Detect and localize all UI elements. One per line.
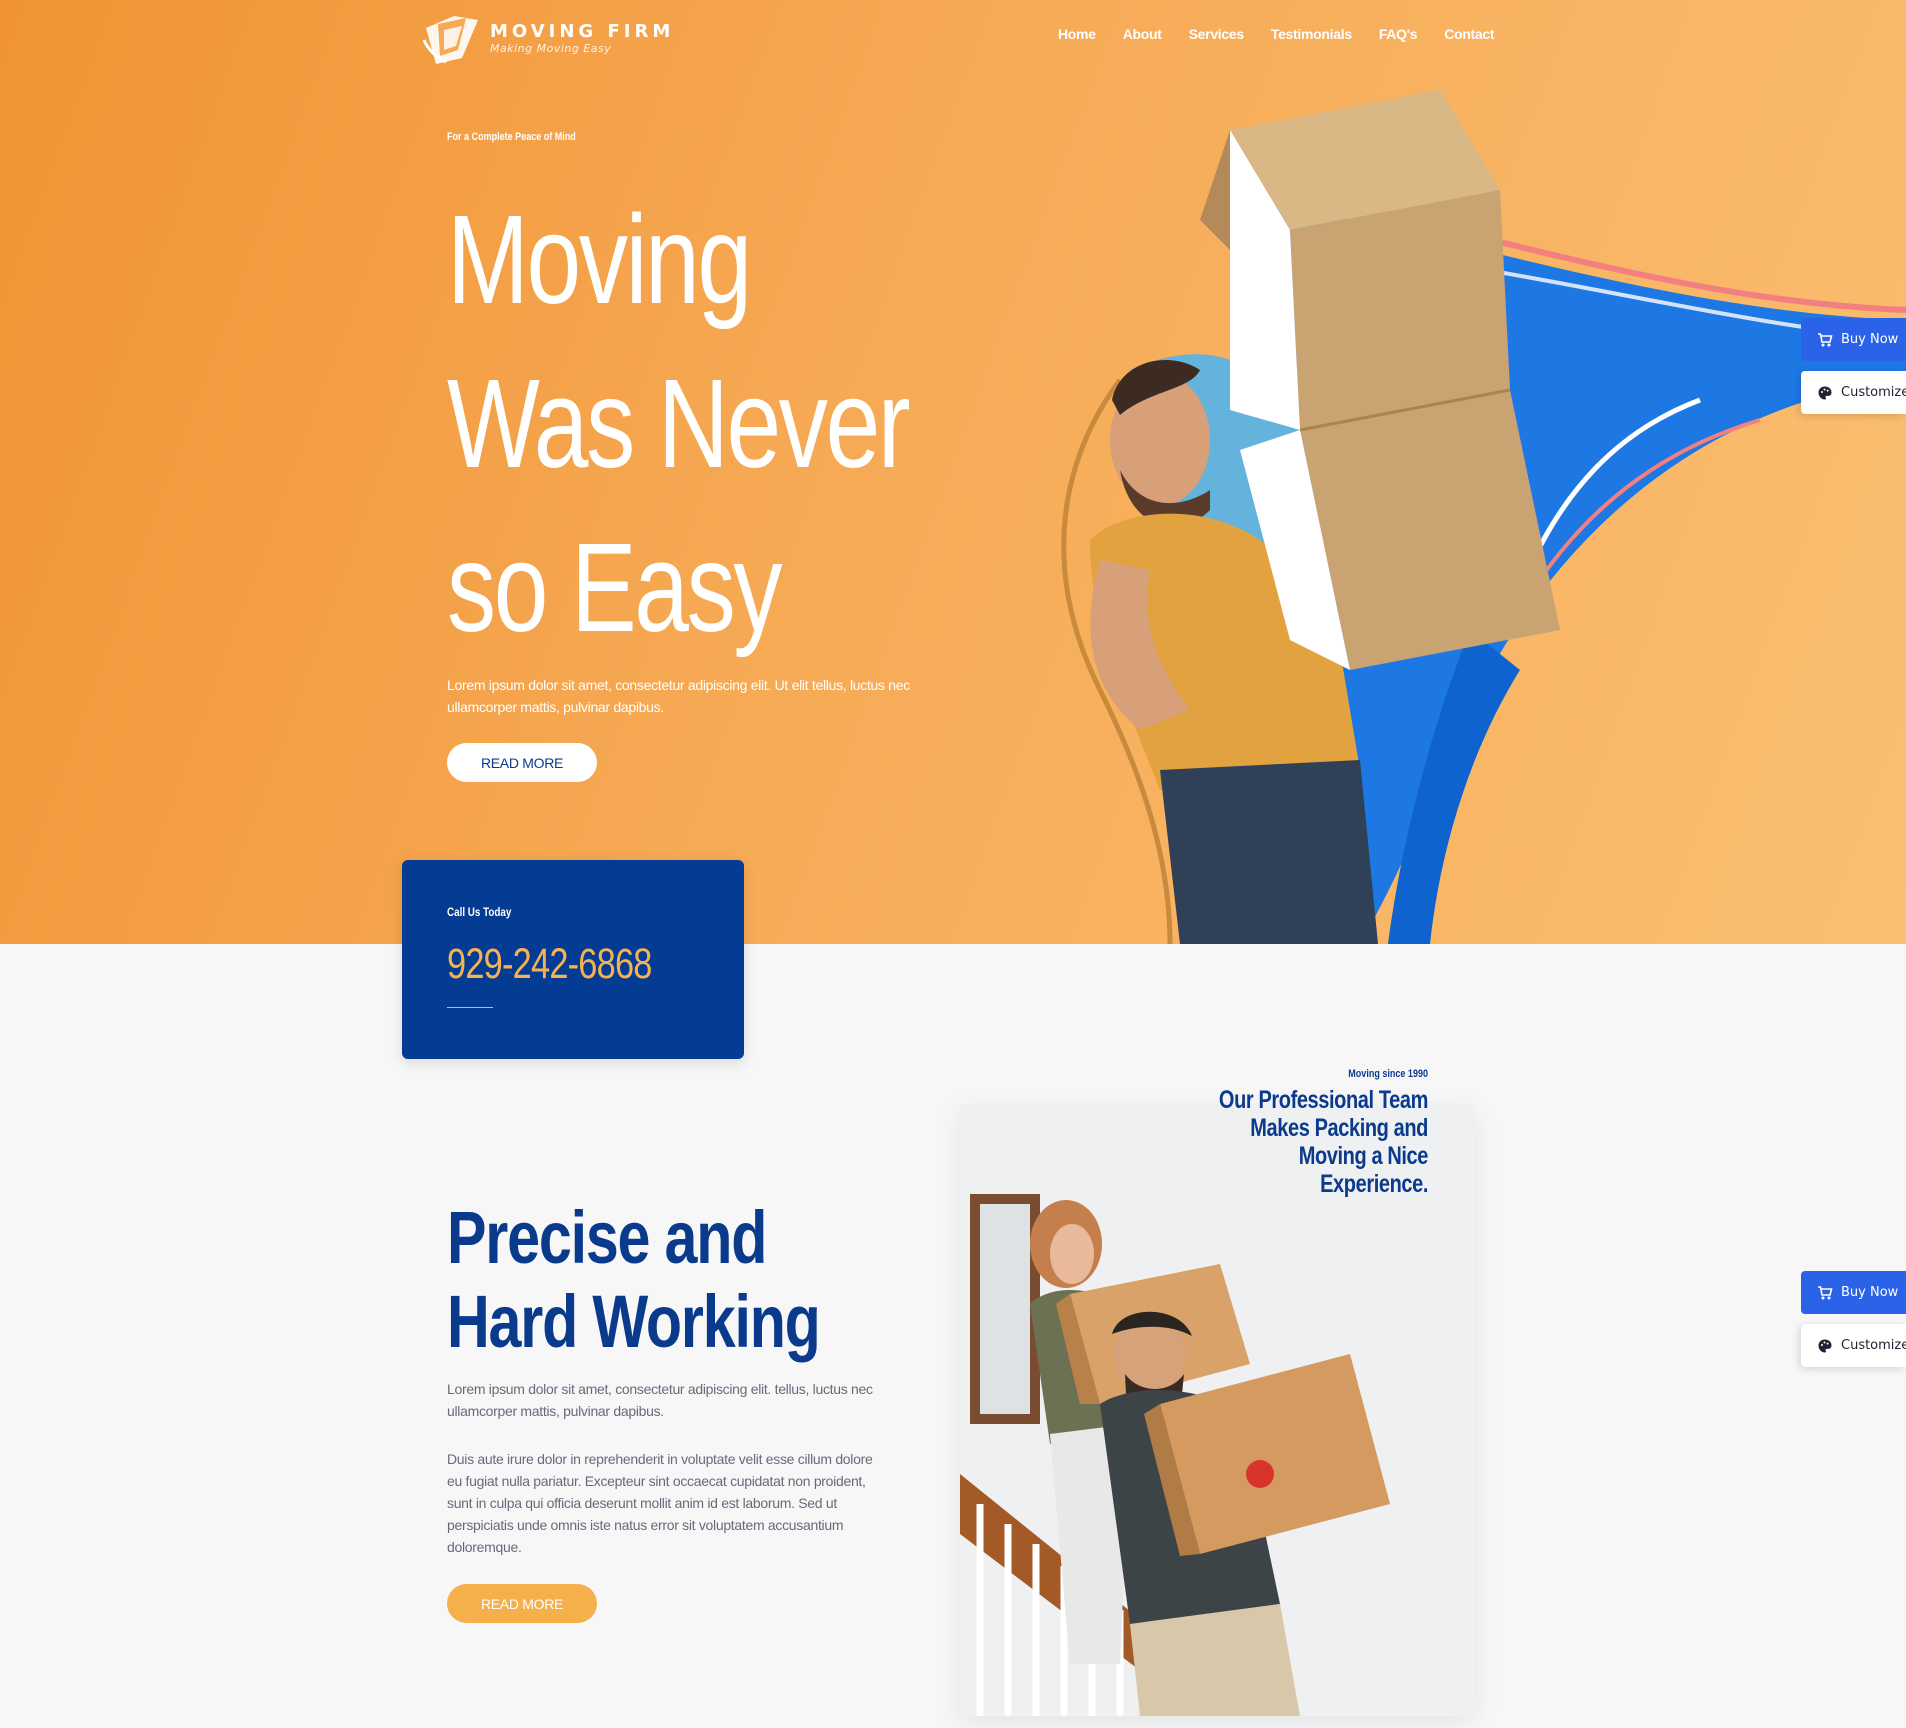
mover-jeans (1160, 760, 1378, 944)
buy-now-button-lower[interactable]: Buy Now (1801, 1271, 1906, 1314)
nav-item-home[interactable]: Home (1058, 26, 1096, 42)
cart-icon (1818, 332, 1833, 346)
buy-now-label: Buy Now (1841, 332, 1899, 347)
hero-section: MOVING FIRM Making Moving Easy Home Abou… (0, 0, 1906, 944)
brand-tagline: Making Moving Easy (490, 42, 612, 55)
customize-button[interactable]: Customize (1801, 371, 1906, 414)
nav-item-services[interactable]: Services (1189, 26, 1245, 42)
phone-number[interactable]: 929-242-6868 (447, 940, 652, 989)
brand-logo[interactable]: MOVING FIRM Making Moving Easy (418, 10, 674, 68)
hero-eyebrow: For a Complete Peace of Mind (447, 131, 576, 143)
about-paragraph-1: Lorem ipsum dolor sit amet, consectetur … (447, 1381, 873, 1419)
nav-item-faqs[interactable]: FAQ's (1379, 26, 1418, 42)
about-title: Precise and Hard Working (447, 1196, 821, 1363)
hero-mover-illustration (1061, 90, 1906, 944)
brand-name: MOVING FIRM (490, 21, 675, 42)
nav-item-testimonials[interactable]: Testimonials (1271, 26, 1352, 42)
about-eyebrow: Moving since 1990 (1348, 1068, 1428, 1080)
page: MOVING FIRM Making Moving Easy Home Abou… (0, 0, 1906, 1728)
hero-read-more-button[interactable]: READ MORE (447, 743, 597, 782)
buy-now-label: Buy Now (1841, 1285, 1899, 1300)
about-paragraph-2: Duis aute irure dolor in reprehenderit i… (447, 1451, 873, 1555)
call-divider (447, 1007, 493, 1008)
buy-now-button[interactable]: Buy Now (1801, 318, 1906, 361)
call-us-card: Call Us Today 929-242-6868 (402, 860, 744, 1059)
palette-icon (1818, 386, 1832, 399)
customize-label: Customize (1841, 1338, 1906, 1353)
customize-label: Customize (1841, 385, 1906, 400)
main-nav: Home About Services Testimonials FAQ's C… (1058, 26, 1495, 42)
about-read-more-button[interactable]: READ MORE (447, 1584, 597, 1623)
about-heading: Our Professional Team Makes Packing and … (1218, 1086, 1428, 1198)
nav-item-about[interactable]: About (1123, 26, 1162, 42)
hero-body-text: Lorem ipsum dolor sit amet, consectetur … (447, 677, 910, 715)
customize-button-lower[interactable]: Customize (1801, 1324, 1906, 1367)
palette-icon (1818, 1339, 1832, 1352)
moving-firm-logo-icon (422, 16, 478, 64)
call-us-label: Call Us Today (447, 905, 512, 919)
hero-title: Moving Was Never so Easy (447, 189, 911, 658)
cart-icon (1818, 1285, 1833, 1299)
nav-item-contact[interactable]: Contact (1444, 26, 1494, 42)
